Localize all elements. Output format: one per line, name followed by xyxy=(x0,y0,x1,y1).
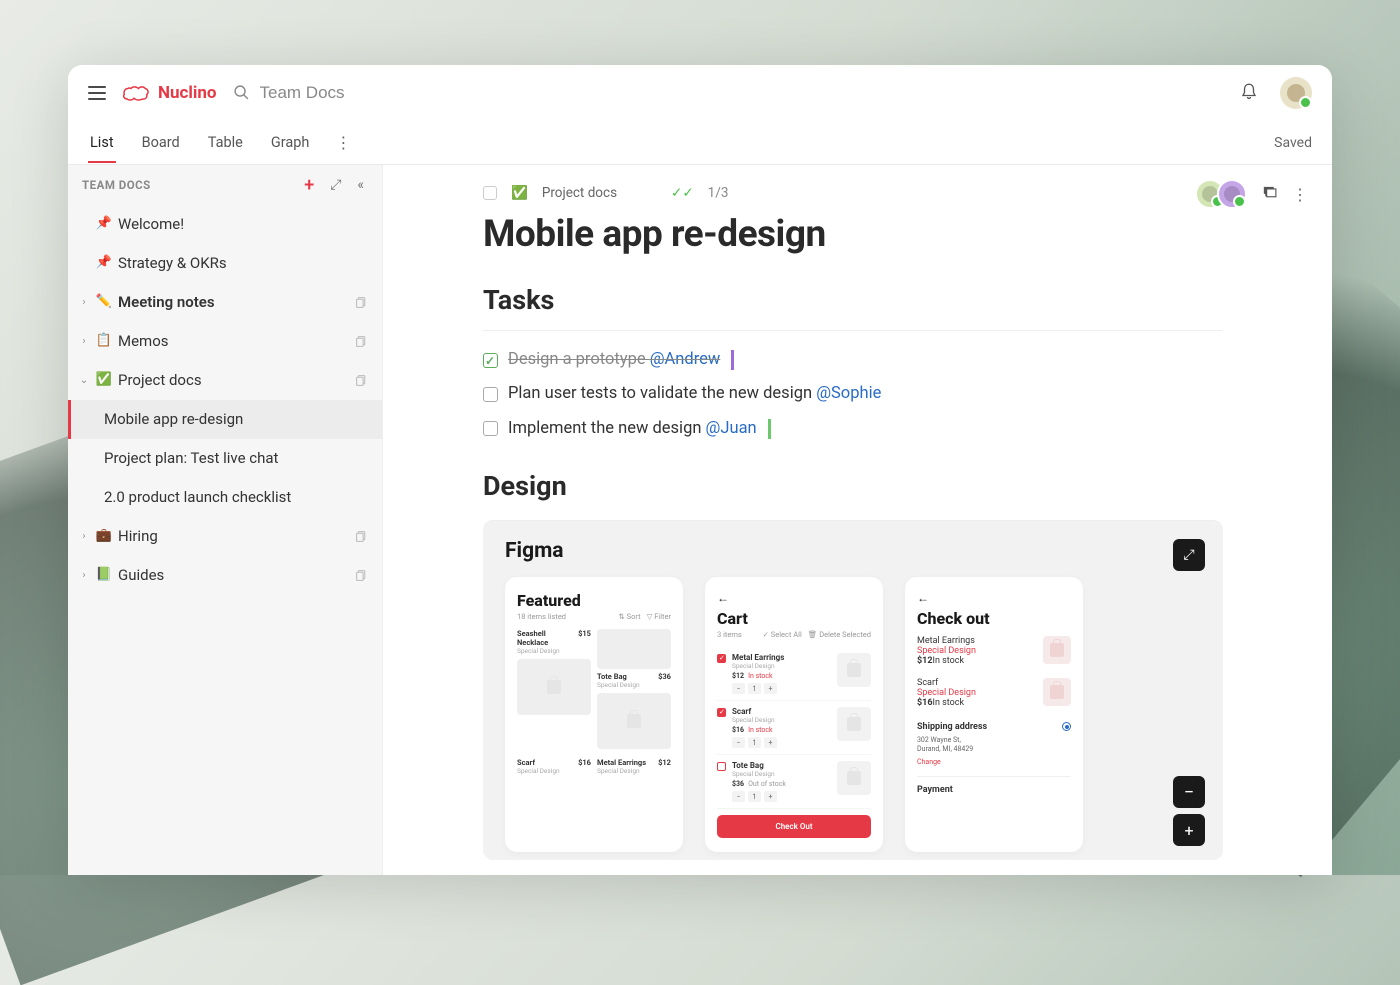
copy-icon[interactable] xyxy=(355,335,368,348)
task-row[interactable]: Plan user tests to validate the new desi… xyxy=(483,377,1223,411)
content-area: ⋮ ✅ Project docs ✓✓ 1/3 Mobile app re-de… xyxy=(383,165,1332,875)
task-checkbox[interactable] xyxy=(483,353,498,368)
brand-name: Nuclino xyxy=(158,83,217,103)
sidebar-item-memos[interactable]: ›📋 Memos xyxy=(68,322,382,361)
tab-board[interactable]: Board xyxy=(140,122,182,163)
mockup-checkout: ← Check out Metal Earrings Special Desig… xyxy=(905,577,1083,852)
back-icon: ← xyxy=(717,591,871,605)
copy-icon[interactable] xyxy=(355,569,368,582)
task-checkbox[interactable] xyxy=(483,421,498,436)
sidebar-child-launch-checklist[interactable]: 2.0 product launch checklist xyxy=(68,478,382,517)
brain-icon xyxy=(122,83,152,103)
view-tabs: List Board Table Graph ⋮ Saved xyxy=(68,121,1332,165)
chevron-right-icon: › xyxy=(78,335,90,349)
figma-embed[interactable]: Figma ⤢ − + Featured 18 items listed ⇅ S… xyxy=(483,520,1223,860)
figma-zoom-out-icon[interactable]: − xyxy=(1173,776,1205,808)
sidebar-item-guides[interactable]: ›📗 Guides xyxy=(68,556,382,595)
sidebar-child-project-plan[interactable]: Project plan: Test live chat xyxy=(68,439,382,478)
mention[interactable]: @Sophie xyxy=(816,384,881,403)
sidebar-item-meeting-notes[interactable]: ›✏️ Meeting notes xyxy=(68,283,382,322)
progress-count: 1/3 xyxy=(708,185,729,201)
cart-checkbox xyxy=(717,708,726,717)
tab-list[interactable]: List xyxy=(88,122,116,163)
chevron-right-icon: › xyxy=(78,569,90,583)
app-logo[interactable]: Nuclino xyxy=(122,83,217,103)
progress-check-icon: ✓✓ xyxy=(671,185,694,201)
back-icon: ← xyxy=(917,591,1071,605)
page-breadcrumb: ✅ Project docs ✓✓ 1/3 xyxy=(483,185,1223,201)
page-more-icon[interactable]: ⋮ xyxy=(1292,185,1308,204)
app-window: Nuclino List Board Table Graph ⋮ Saved T… xyxy=(68,65,1332,875)
search-input[interactable] xyxy=(260,83,460,103)
page-checkbox-icon[interactable] xyxy=(483,186,497,200)
task-list: Design a prototype @Andrew Plan user tes… xyxy=(483,330,1223,446)
sidebar-add-button[interactable]: + xyxy=(300,171,318,200)
chevron-down-icon: ⌄ xyxy=(78,374,90,388)
page-title[interactable]: Mobile app re-design xyxy=(483,213,1223,256)
tab-table[interactable]: Table xyxy=(206,122,245,163)
cart-checkbox xyxy=(717,762,726,771)
task-row[interactable]: Design a prototype @Andrew xyxy=(483,343,1223,377)
view-more-icon[interactable]: ⋮ xyxy=(335,133,351,152)
sidebar-item-project-docs[interactable]: ⌄✅ Project docs xyxy=(68,361,382,400)
notifications-icon[interactable] xyxy=(1234,76,1264,110)
mention[interactable]: @Juan xyxy=(706,419,757,438)
tasks-heading: Tasks xyxy=(483,284,1223,316)
sidebar-children-project-docs: Mobile app re-design Project plan: Test … xyxy=(68,400,382,517)
checkout-button: Check Out xyxy=(717,815,871,838)
check-icon: ✅ xyxy=(511,185,528,201)
cart-checkbox xyxy=(717,654,726,663)
menu-icon[interactable] xyxy=(88,86,106,100)
sidebar-collapse-icon[interactable]: « xyxy=(353,173,368,197)
chevron-right-icon: › xyxy=(78,296,90,310)
clipboard-icon: 📋 xyxy=(94,332,114,350)
presence-cursor xyxy=(731,350,734,370)
radio-selected-icon xyxy=(1062,722,1071,731)
figma-mockups: Featured 18 items listed ⇅ Sort▽ Filter … xyxy=(505,577,1201,852)
task-row[interactable]: Implement the new design @Juan xyxy=(483,412,1223,446)
book-icon: 📗 xyxy=(94,566,114,584)
pencil-icon: ✏️ xyxy=(94,293,114,311)
figma-title: Figma xyxy=(505,539,1201,563)
sidebar-expand-icon[interactable]: ⤢ xyxy=(326,173,345,197)
sidebar-item-hiring[interactable]: ›💼 Hiring xyxy=(68,517,382,556)
breadcrumb-label[interactable]: Project docs xyxy=(542,185,617,201)
copy-icon[interactable] xyxy=(355,374,368,387)
mockup-featured: Featured 18 items listed ⇅ Sort▽ Filter … xyxy=(505,577,683,852)
copy-icon[interactable] xyxy=(355,530,368,543)
check-icon: ✅ xyxy=(94,371,114,389)
presence-cursor xyxy=(768,419,771,439)
user-avatar[interactable] xyxy=(1280,77,1312,109)
sidebar-child-mobile-redesign[interactable]: Mobile app re-design xyxy=(68,400,382,439)
collaborator-avatar[interactable] xyxy=(1217,179,1247,209)
sidebar-item-strategy[interactable]: 📌 Strategy & OKRs xyxy=(68,244,382,283)
header: Nuclino xyxy=(68,65,1332,121)
saved-status: Saved xyxy=(1274,135,1312,151)
mention[interactable]: @Andrew xyxy=(650,350,721,369)
figma-expand-icon[interactable]: ⤢ xyxy=(1173,539,1205,571)
comments-icon[interactable] xyxy=(1261,184,1278,205)
sidebar-item-welcome[interactable]: 📌 Welcome! xyxy=(68,205,382,244)
chevron-right-icon: › xyxy=(78,530,90,544)
design-heading: Design xyxy=(483,470,1223,502)
sidebar-header: TEAM DOCS + ⤢ « xyxy=(68,165,382,205)
pin-icon: 📌 xyxy=(94,215,114,233)
search-bar[interactable] xyxy=(233,83,1219,103)
copy-icon[interactable] xyxy=(355,296,368,309)
figma-zoom-in-icon[interactable]: + xyxy=(1173,814,1205,846)
sidebar: TEAM DOCS + ⤢ « 📌 Welcome! 📌 Strategy & … xyxy=(68,165,383,875)
collaborator-bar: ⋮ xyxy=(1203,179,1308,209)
task-checkbox[interactable] xyxy=(483,387,498,402)
briefcase-icon: 💼 xyxy=(94,527,114,545)
search-icon xyxy=(233,84,250,101)
sidebar-title: TEAM DOCS xyxy=(82,178,292,192)
mockup-cart: ← Cart 3 items ✓ Select All🗑 Delete Sele… xyxy=(705,577,883,852)
tab-graph[interactable]: Graph xyxy=(269,122,312,163)
pin-icon: 📌 xyxy=(94,254,114,272)
